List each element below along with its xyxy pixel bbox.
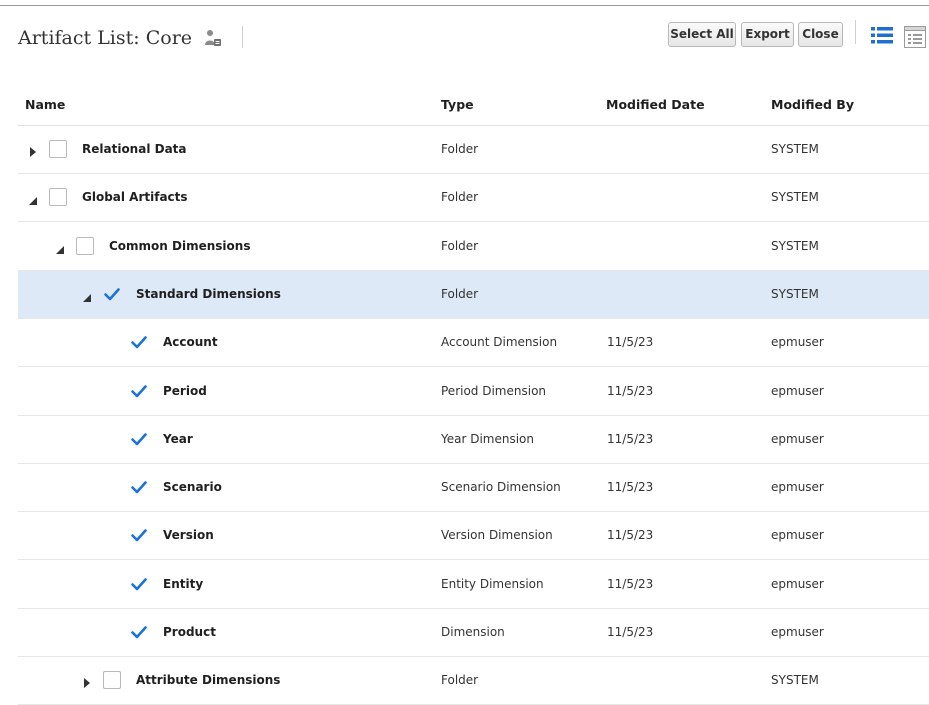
checked-checkbox[interactable] xyxy=(103,285,121,303)
row-modified-by: SYSTEM xyxy=(771,238,819,253)
title-divider xyxy=(242,26,243,48)
collapse-triangle-icon[interactable] xyxy=(28,191,38,206)
row-modified-by: epmuser xyxy=(771,383,824,398)
table-row[interactable]: Global Artifacts Folder SYSTEM xyxy=(18,174,929,223)
checked-checkbox[interactable] xyxy=(130,526,148,544)
detail-view-icon[interactable] xyxy=(904,26,926,48)
table-row[interactable]: Scenario Scenario Dimension 11/5/23 epmuser xyxy=(18,464,929,513)
row-modified-by: SYSTEM xyxy=(771,286,819,301)
table-row[interactable]: Period Period Dimension 11/5/23 epmuser xyxy=(18,368,929,416)
row-name: Global Artifacts xyxy=(82,190,188,205)
row-name: Period xyxy=(163,383,207,398)
row-name: Version xyxy=(163,528,214,543)
row-modified-by: epmuser xyxy=(771,625,824,639)
collapse-triangle-icon[interactable] xyxy=(82,288,92,302)
table-row[interactable]: Version Version Dimension 11/5/23 epmuser xyxy=(18,512,929,561)
export-button[interactable]: Export xyxy=(741,22,794,47)
checkmark-icon xyxy=(131,577,147,590)
row-name: Common Dimensions xyxy=(109,238,251,253)
row-modified-by: epmuser xyxy=(771,335,824,350)
checkbox[interactable] xyxy=(49,188,67,207)
row-name: Relational Data xyxy=(82,142,187,156)
checkmark-icon xyxy=(131,336,147,349)
row-modified-by: epmuser xyxy=(771,431,824,446)
checked-checkbox[interactable] xyxy=(130,333,148,351)
row-type: Version Dimension xyxy=(441,528,553,543)
artifact-info-icon[interactable] xyxy=(203,28,223,48)
row-modified-date: 11/5/23 xyxy=(607,528,654,543)
row-name: Account xyxy=(163,335,218,350)
row-name: Scenario xyxy=(163,480,222,495)
row-name: Attribute Dimensions xyxy=(136,673,281,688)
row-type: Folder xyxy=(441,142,479,156)
table-row[interactable]: Account Account Dimension 11/5/23 epmuser xyxy=(18,319,929,368)
row-modified-date: 11/5/23 xyxy=(607,431,654,446)
row-type: Folder xyxy=(441,673,479,688)
column-header-type[interactable]: Type xyxy=(441,97,474,112)
row-type: Entity Dimension xyxy=(441,576,544,591)
row-type: Period Dimension xyxy=(441,383,547,398)
row-modified-date: 11/5/23 xyxy=(607,576,654,591)
row-modified-date: 11/5/23 xyxy=(607,480,654,495)
table-row[interactable]: Standard Dimensions Folder SYSTEM xyxy=(18,270,929,319)
column-header-modified-by[interactable]: Modified By xyxy=(771,97,854,112)
checkmark-icon xyxy=(131,626,147,639)
close-button[interactable]: Close xyxy=(798,22,843,47)
column-header-name[interactable]: Name xyxy=(25,97,65,112)
row-modified-by: SYSTEM xyxy=(771,142,819,156)
row-modified-by: epmuser xyxy=(771,576,824,591)
row-type: Folder xyxy=(441,190,479,205)
row-name: Standard Dimensions xyxy=(136,286,281,301)
toolbar-divider xyxy=(855,20,856,44)
row-type: Folder xyxy=(441,286,479,301)
row-type: Scenario Dimension xyxy=(441,480,561,495)
list-view-icon[interactable] xyxy=(871,26,893,44)
select-all-button[interactable]: Select All xyxy=(668,22,736,47)
expand-triangle-icon[interactable] xyxy=(82,674,92,689)
row-modified-date: 11/5/23 xyxy=(607,625,654,639)
checked-checkbox[interactable] xyxy=(130,623,148,641)
checked-checkbox[interactable] xyxy=(130,430,148,448)
row-modified-by: SYSTEM xyxy=(771,673,819,688)
row-name: Year xyxy=(163,431,193,446)
table-row[interactable]: Attribute Dimensions Folder SYSTEM xyxy=(18,657,929,705)
row-type: Account Dimension xyxy=(441,335,558,350)
row-modified-by: epmuser xyxy=(771,528,824,543)
checkmark-icon xyxy=(131,529,147,542)
row-modified-by: epmuser xyxy=(771,480,824,495)
page-title: Artifact List: Core xyxy=(18,27,193,49)
checkmark-icon xyxy=(131,481,147,494)
expand-triangle-icon[interactable] xyxy=(28,143,38,157)
row-type: Dimension xyxy=(441,625,505,639)
row-type: Year Dimension xyxy=(441,431,535,446)
checked-checkbox[interactable] xyxy=(130,382,148,400)
checkmark-icon xyxy=(131,432,147,446)
row-type: Folder xyxy=(441,238,479,253)
row-modified-date: 11/5/23 xyxy=(607,383,654,398)
table-row[interactable]: Year Year Dimension 11/5/23 epmuser xyxy=(18,416,929,464)
checkbox[interactable] xyxy=(76,236,94,255)
row-name: Product xyxy=(163,625,216,639)
table-row[interactable]: Relational Data Folder SYSTEM xyxy=(18,126,929,174)
checked-checkbox[interactable] xyxy=(130,478,148,496)
checkbox[interactable] xyxy=(49,140,67,158)
checked-checkbox[interactable] xyxy=(130,575,148,593)
row-modified-date: 11/5/23 xyxy=(607,335,654,350)
collapse-triangle-icon[interactable] xyxy=(55,240,65,254)
column-header-modified-date[interactable]: Modified Date xyxy=(606,97,705,112)
checkmark-icon xyxy=(131,384,147,397)
row-name: Entity xyxy=(163,576,204,591)
table-row[interactable]: Product Dimension 11/5/23 epmuser xyxy=(18,609,929,657)
table-row[interactable]: Common Dimensions Folder SYSTEM xyxy=(18,223,929,271)
row-modified-by: SYSTEM xyxy=(771,190,819,205)
page-header: Artifact List: Core Select All Export Cl… xyxy=(0,6,929,66)
checkmark-icon xyxy=(104,288,120,301)
table-row[interactable]: Entity Entity Dimension 11/5/23 epmuser xyxy=(18,561,929,609)
